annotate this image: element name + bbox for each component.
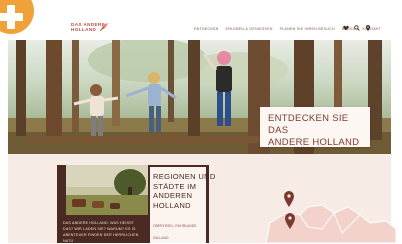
- heart-icon[interactable]: [343, 25, 349, 31]
- regions-title-line-2: STÄDTE IM: [153, 181, 197, 191]
- site-header: DAS ANDERE HOLLAND ENTDECKEN ERLEBEN & G…: [0, 0, 402, 40]
- region-link-2[interactable]: SALLAND: [153, 236, 168, 240]
- logo-flower-icon: [99, 23, 108, 32]
- regions-title-line-4: HOLLAND: [153, 200, 191, 210]
- nav-item-planen[interactable]: PLANEN SIE IHREN BESUCH: [280, 27, 335, 31]
- nav-item-erleben[interactable]: ERLEBEN & GENIESSEN: [226, 27, 273, 31]
- location-pin-icon[interactable]: [365, 25, 371, 31]
- regions-title: REGIONEN UND STÄDTE IM ANDEREN HOLLAND: [153, 172, 216, 210]
- regions-title-line-1: REGIONEN UND: [153, 172, 216, 181]
- header-icon-group: [343, 25, 371, 31]
- hero-banner: ENTDECKEN SIE DAS ANDERE HOLLAND: [8, 40, 391, 154]
- search-icon[interactable]: [354, 25, 360, 31]
- region-description-line-3: ABENTEUER FINDEN DER HERRLICHEN NATÜ: [63, 233, 139, 243]
- plus-icon-bar: [0, 13, 23, 21]
- region-map[interactable]: [256, 183, 396, 243]
- hero-headline-line-1: ENTDECKEN SIE DAS: [268, 113, 349, 136]
- hero-headline: ENTDECKEN SIE DAS ANDERE HOLLAND: [268, 113, 370, 149]
- map-pin-icon: [284, 191, 294, 207]
- region-description: DAS ANDERE HOLLAND: WAS HEISST DAS? WIR …: [63, 220, 147, 244]
- nav-item-entdecken[interactable]: ENTDECKEN: [194, 27, 219, 31]
- region-photo: [66, 165, 148, 215]
- hero-headline-card[interactable]: ENTDECKEN SIE DAS ANDERE HOLLAND: [260, 107, 370, 149]
- regions-title-line-3: ANDEREN: [153, 191, 193, 201]
- hero-headline-line-2: ANDERE HOLLAND: [268, 137, 360, 148]
- region-link-1[interactable]: OBERYSSEL, RUHRLANDE: [153, 224, 196, 228]
